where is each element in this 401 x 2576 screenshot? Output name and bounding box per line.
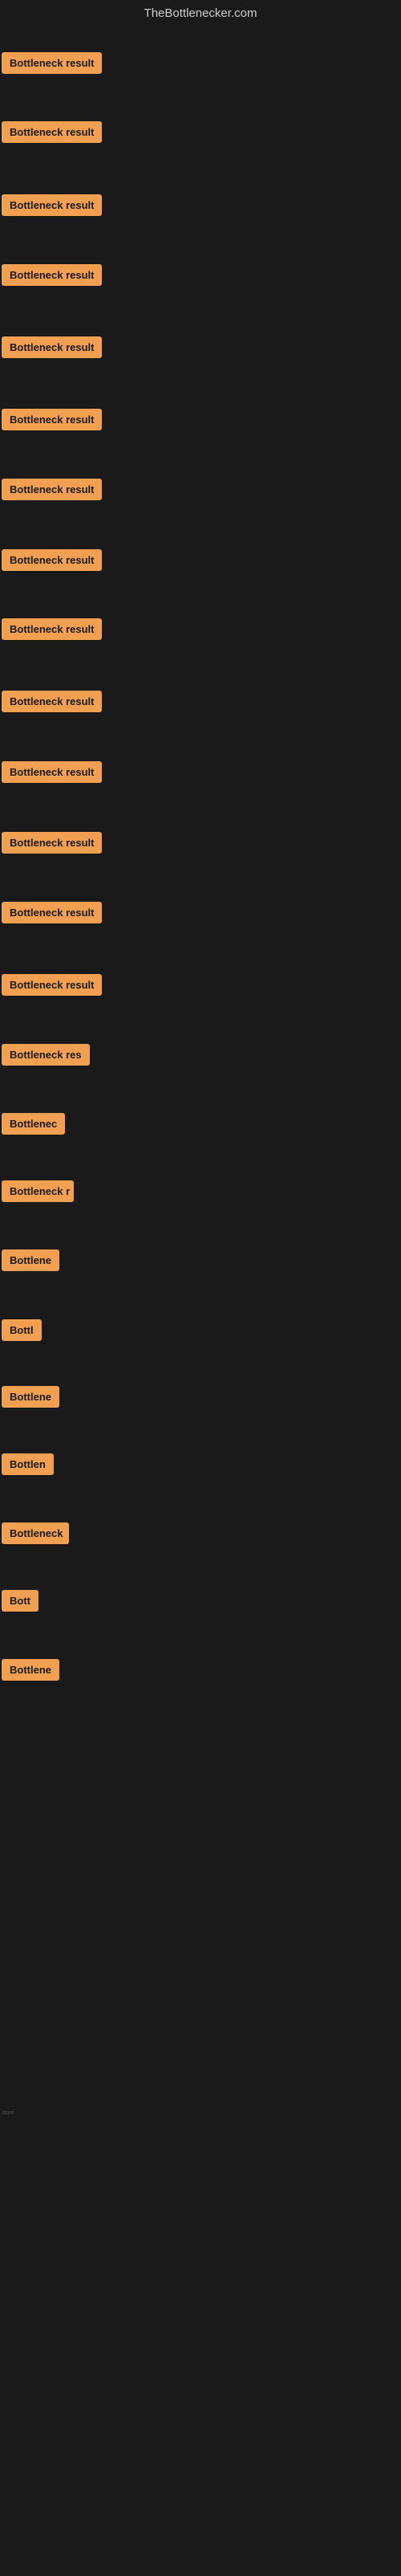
bottleneck-badge[interactable]: Bottleneck result (2, 52, 102, 74)
bottleneck-badge[interactable]: Bottleneck result (2, 264, 102, 286)
bottleneck-item: Bottleneck result (2, 336, 102, 362)
bottleneck-badge[interactable]: Bottleneck res (2, 1044, 90, 1066)
bottleneck-item: Bottlene (2, 1249, 59, 1275)
bottleneck-badge[interactable]: Bott (2, 1590, 38, 1612)
bottleneck-badge[interactable]: Bottleneck result (2, 549, 102, 571)
bottleneck-item: Bottleneck result (2, 691, 102, 716)
bottleneck-item: Bottleneck result (2, 121, 102, 147)
bottleneck-item: Bottleneck result (2, 194, 102, 220)
bottleneck-badge[interactable]: Bottlenec (2, 1113, 65, 1135)
bottleneck-item: Bottleneck result (2, 479, 102, 504)
bottleneck-badge[interactable]: Bottleneck result (2, 832, 102, 854)
bottleneck-badge[interactable]: Bottleneck result (2, 902, 102, 923)
bottleneck-item: Bottl (2, 1319, 42, 1345)
bottleneck-item: Bottleneck result (2, 618, 102, 644)
bottleneck-badge[interactable]: Bottleneck result (2, 761, 102, 783)
bottleneck-item: Bottleneck result (2, 832, 102, 858)
items-container: Bottleneck result Bottleneck result Bottle… (0, 31, 401, 2576)
bottleneck-badge[interactable]: Bottleneck result (2, 194, 102, 216)
site-header: TheBottlenecker.com (0, 0, 401, 31)
bottleneck-item: Bottlene (2, 1659, 59, 1685)
bottleneck-item: Bottleneck result (2, 409, 102, 434)
bottleneck-badge[interactable]: Bottleneck (2, 1522, 69, 1544)
bottleneck-badge[interactable]: Bottlene (2, 1386, 59, 1408)
bottleneck-item: Bottleneck r (2, 1180, 74, 1206)
bottleneck-badge[interactable]: Bottleneck result (2, 479, 102, 500)
bottleneck-item: Bottlene (2, 1386, 59, 1412)
bottleneck-badge[interactable]: Bottleneck result (2, 974, 102, 996)
bottleneck-badge[interactable]: Bottleneck r (2, 1180, 74, 1202)
bottleneck-badge[interactable]: Bottleneck result (2, 409, 102, 430)
bottleneck-item: Bottlen (2, 1453, 54, 1479)
bottleneck-item: Bottleneck result (2, 549, 102, 575)
bottleneck-item: Bottleneck result (2, 264, 102, 290)
bottleneck-item: Bottleneck res (2, 1044, 90, 1070)
bottleneck-item: Bottleneck result (2, 974, 102, 1000)
bottleneck-item: Bottleneck result (2, 902, 102, 927)
bottleneck-item: Bottleneck result (2, 52, 102, 78)
tiny-label: store (2, 2110, 14, 2116)
bottleneck-item: Bottlenec (2, 1113, 65, 1139)
bottleneck-badge[interactable]: Bottleneck result (2, 336, 102, 358)
bottleneck-badge[interactable]: Bottleneck result (2, 618, 102, 640)
bottleneck-badge[interactable]: Bottlene (2, 1659, 59, 1681)
site-title: TheBottlenecker.com (144, 6, 257, 20)
bottleneck-badge[interactable]: Bottl (2, 1319, 42, 1341)
bottleneck-badge[interactable]: Bottleneck result (2, 121, 102, 143)
bottleneck-badge[interactable]: Bottlene (2, 1249, 59, 1271)
bottleneck-item: Bottleneck result (2, 761, 102, 787)
bottleneck-badge[interactable]: Bottlen (2, 1453, 54, 1475)
bottleneck-badge[interactable]: Bottleneck result (2, 691, 102, 712)
bottleneck-item: Bottleneck (2, 1522, 69, 1548)
bottleneck-item: Bott (2, 1590, 38, 1616)
